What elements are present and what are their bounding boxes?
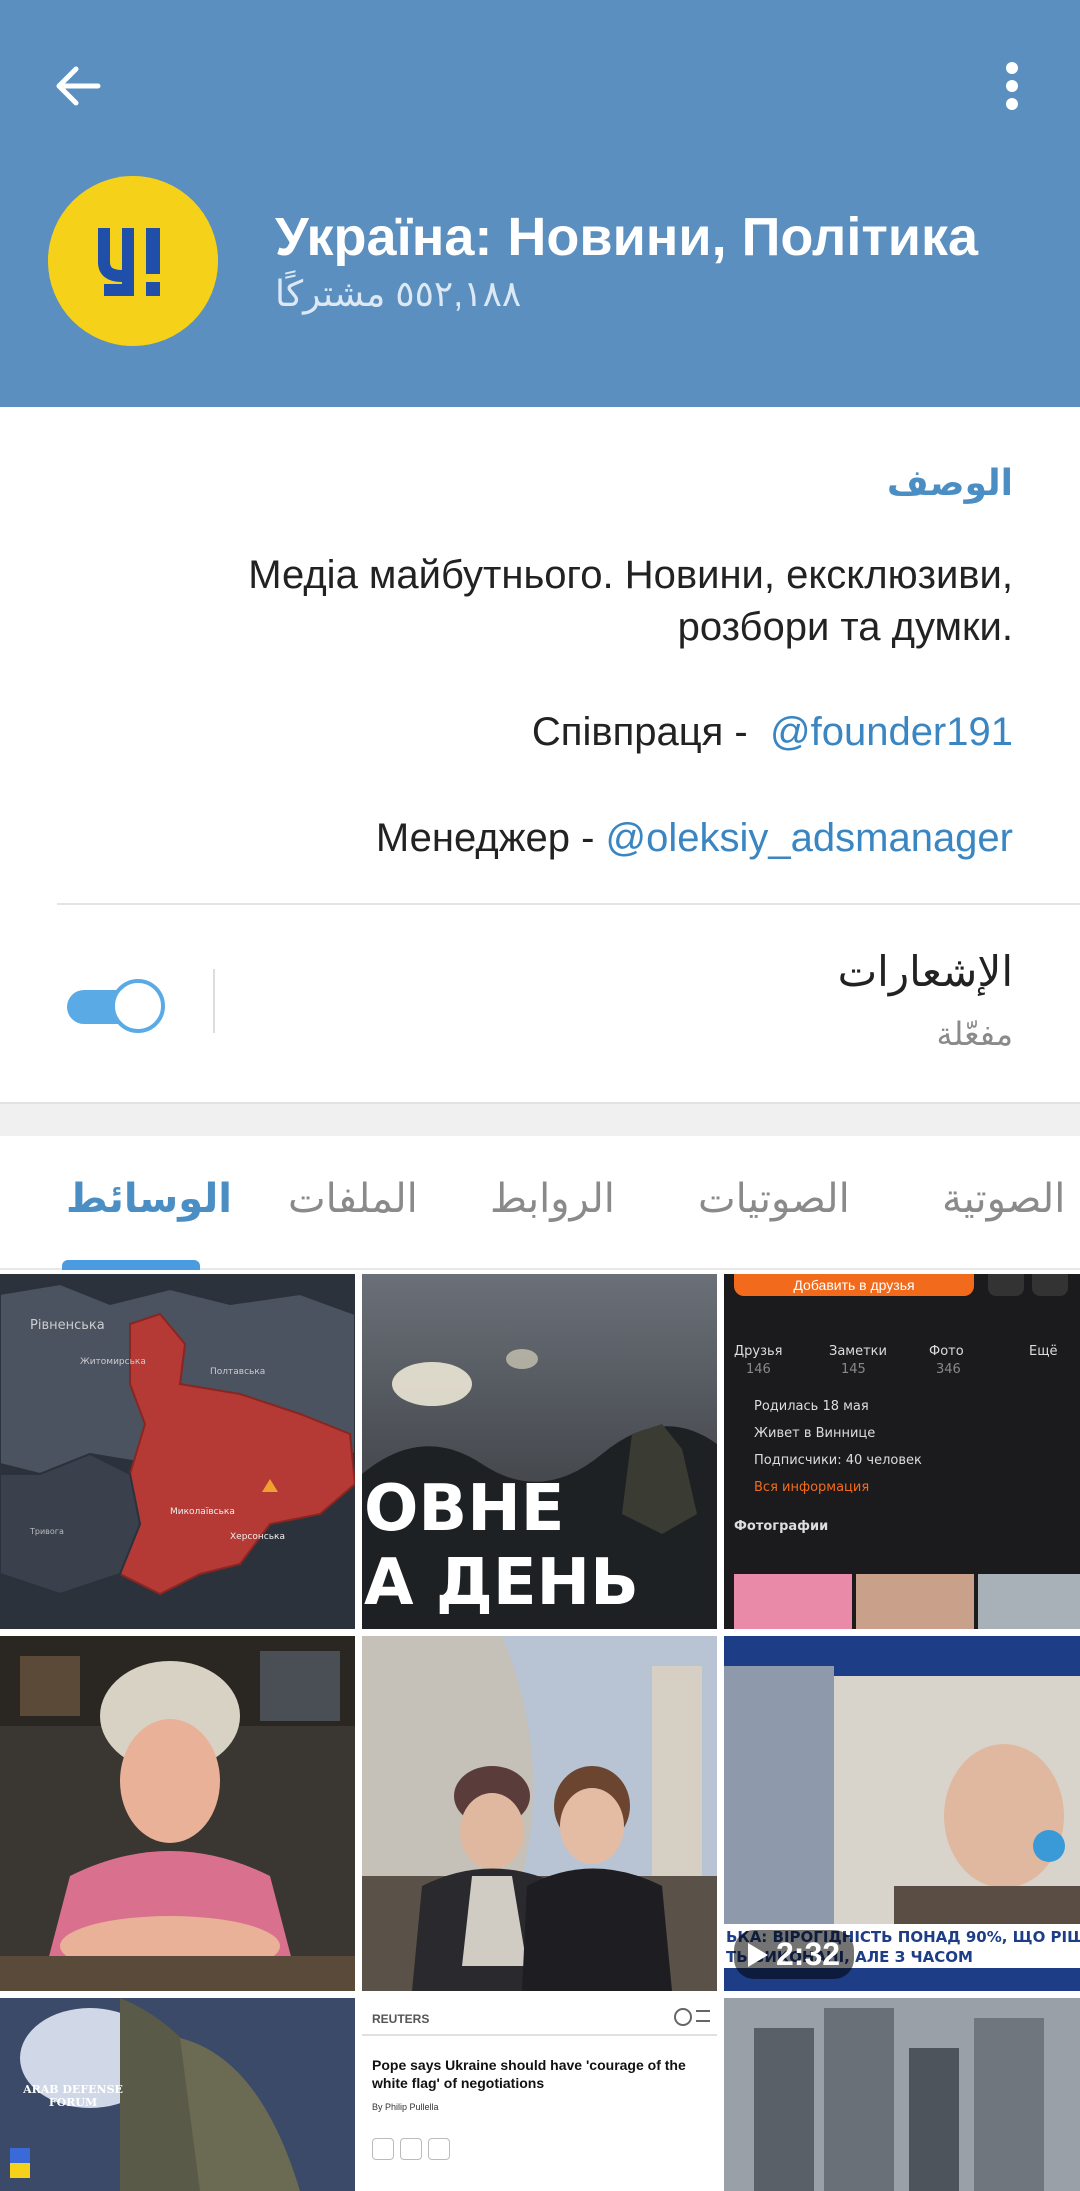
svg-text:Рівненська: Рівненська [30, 1318, 105, 1333]
tab-music[interactable]: الصوتيات [698, 1176, 850, 1222]
manager-link[interactable]: @oleksiy_adsmanager [606, 816, 1013, 860]
profile-count-1: 146 [746, 1362, 771, 1377]
channel-logo-icon [48, 176, 218, 346]
profile-count-3: 346 [936, 1362, 961, 1377]
photo-buildings [724, 1998, 1080, 2191]
channel-title: Україна: Новини, Політика [275, 207, 979, 267]
cooperation-line: Співпраця - @founder191 [532, 710, 1013, 755]
reuters-brand: REUTERS [372, 2012, 430, 2026]
svg-text:Херсонська: Херсонська [230, 1532, 285, 1542]
video-duration-badge: 2:32 [734, 1930, 855, 1979]
photo-two-women [362, 1636, 717, 1991]
vertical-divider [213, 969, 215, 1033]
notifications-label: الإشعارات [837, 948, 1013, 995]
channel-info-section: الوصف Медіа майбутнього. Новини, ексклюз… [0, 407, 1080, 1102]
profile-photo-1 [734, 1574, 852, 1629]
more-menu-button[interactable] [980, 50, 1044, 122]
tab-links[interactable]: الروابط [490, 1176, 615, 1222]
media-thumb-soldier[interactable]: ARAB DEFENSE FORUM [0, 1998, 355, 2191]
video-duration: 2:32 [776, 1936, 841, 1972]
mail-icon [988, 1274, 1024, 1296]
arrow-left-icon [56, 66, 101, 106]
manager-line: Менеджер - @oleksiy_adsmanager [376, 816, 1013, 861]
map-image: Рівненська Житомирська Полтавська Микола… [0, 1274, 355, 1629]
svg-text:Миколаївська: Миколаївська [170, 1507, 235, 1517]
profile-stat-3: Фото [929, 1344, 964, 1359]
media-thumb-woman-cafe[interactable] [0, 1636, 355, 1991]
profile-stat-2: Заметки [829, 1344, 887, 1359]
tab-media[interactable]: الوسائط [66, 1176, 232, 1222]
svg-text:Житомирська: Житомирська [80, 1357, 146, 1367]
media-thumb-two-women[interactable] [362, 1636, 717, 1991]
media-thumb-map[interactable]: Рівненська Житомирська Полтавська Микола… [0, 1274, 355, 1629]
tab-voice[interactable]: الصوتية [942, 1176, 1065, 1222]
media-grid: Рівненська Житомирська Полтавська Микола… [0, 1272, 1080, 2191]
description-line-2: розбори та думки. [677, 605, 1013, 649]
share-icon [428, 2138, 450, 2160]
notifications-state: مفعّلة [936, 1016, 1013, 1052]
profile-stat-1: Друзья [734, 1344, 783, 1359]
poster-text-line-1: ОВНЕ [364, 1472, 565, 1546]
active-tab-indicator [62, 1260, 200, 1270]
divider [57, 903, 1080, 905]
profile-stat-4: Ещё [1029, 1344, 1058, 1359]
subscriber-count: ٥٥٢,١٨٨ مشتركًا [275, 273, 522, 314]
search-icon [674, 2008, 692, 2026]
media-thumb-video[interactable]: ЬКА: ВІРОГІДНІСТЬ ПОНАД 90%, ЩО РІШЕННЯ … [724, 1636, 1080, 1991]
media-thumb-poster[interactable]: ОВНЕ А ДЕНЬ [362, 1274, 717, 1629]
profile-info-2: Живет в Виннице [754, 1426, 876, 1441]
profile-info-4: Вся информация [754, 1480, 870, 1495]
text-size-icon [400, 2138, 422, 2160]
more-vertical-icon [1006, 62, 1018, 110]
watermark-text: ARAB DEFENSE FORUM [23, 2083, 123, 2109]
channel-avatar[interactable] [48, 176, 218, 346]
bookmark-icon [372, 2138, 394, 2160]
article-byline: By Philip Pullella [372, 2102, 439, 2112]
profile-info-3: Подписчики: 40 человек [754, 1453, 922, 1468]
description-line-1: Медіа майбутнього. Новини, ексклюзиви, [248, 553, 1013, 597]
media-thumb-article[interactable]: REUTERS Pope says Ukraine should have 'c… [362, 1998, 717, 2191]
article-divider [362, 2034, 717, 2036]
poster-text-line-2: А ДЕНЬ [364, 1546, 639, 1620]
cooperation-link[interactable]: @founder191 [770, 710, 1013, 754]
play-icon [748, 1942, 768, 1967]
profile-photo-3 [978, 1574, 1080, 1629]
channel-header: Україна: Новини, Політика ٥٥٢,١٨٨ مشتركً… [0, 0, 1080, 407]
back-button[interactable] [42, 50, 114, 122]
manager-label: Менеджер - [375, 816, 595, 860]
article-headline: Pope says Ukraine should have 'courage o… [372, 2057, 686, 2091]
svg-text:Тривога: Тривога [29, 1527, 64, 1536]
section-gap [0, 1102, 1080, 1136]
description-heading: الوصف [886, 462, 1013, 503]
profile-count-2: 145 [841, 1362, 866, 1377]
media-tabs: الوسائط الملفات الروابط الصوتيات الصوتية [0, 1136, 1080, 1270]
photo-woman-cafe [0, 1636, 355, 1991]
cooperation-label: Співпраця - [531, 710, 748, 754]
notifications-toggle[interactable] [67, 979, 165, 1035]
menu-icon [696, 2010, 710, 2022]
media-thumb-profile[interactable]: Добавить в друзья Друзья Заметки Фото Ещ… [724, 1274, 1080, 1629]
profile-add-friend: Добавить в друзья [734, 1274, 974, 1296]
media-thumb-buildings[interactable] [724, 1998, 1080, 2191]
gift-icon [1032, 1274, 1068, 1296]
profile-photos-label: Фотографии [734, 1519, 829, 1534]
profile-info-1: Родилась 18 мая [754, 1399, 869, 1414]
profile-photo-2 [856, 1574, 974, 1629]
toggle-knob [111, 979, 165, 1033]
tab-files[interactable]: الملفات [288, 1176, 418, 1222]
svg-text:Полтавська: Полтавська [210, 1367, 265, 1377]
